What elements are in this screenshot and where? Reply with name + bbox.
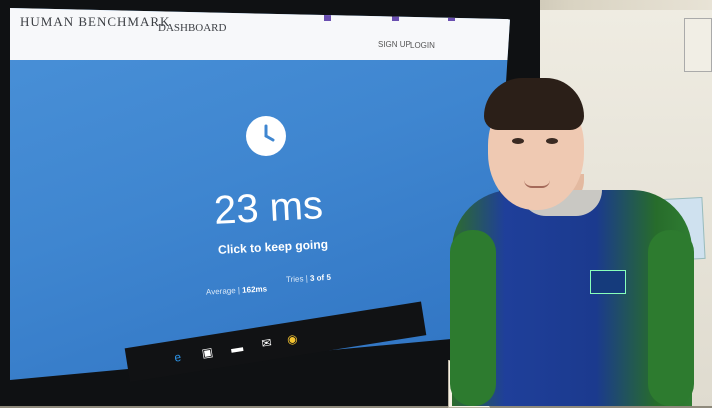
chrome-icon[interactable]: ◉ [284,331,300,347]
student-left-arm [450,230,496,406]
bookmark-icon [324,14,331,21]
student-left-eye [512,138,524,144]
average-stat: Average | 162ms [206,284,267,296]
average-label: Average | [205,285,241,297]
wall-notice [684,18,712,72]
mail-icon[interactable]: ✉ [259,335,275,351]
student-right-eye [546,138,558,144]
edge-icon[interactable]: e [170,349,186,365]
reaction-time-result[interactable]: 23 ms [213,183,324,234]
nav-dashboard[interactable]: DASHBOARD [158,22,226,34]
site-header: HUMAN BENCHMARK DASHBOARD SIGN UP LOGIN [10,8,510,60]
student-mouth [524,180,550,188]
tries-label: Tries | [285,274,309,285]
signup-link[interactable]: SIGN UP [378,40,411,49]
bookmark-icon [392,14,399,21]
tries-value: 3 of 5 [309,272,332,283]
store-icon[interactable]: ▣ [199,345,215,361]
student-right-arm [648,230,694,406]
smartboard-screen: HUMAN BENCHMARK DASHBOARD SIGN UP LOGIN … [10,8,510,380]
brand-logo[interactable]: HUMAN BENCHMARK [20,14,170,30]
keep-going-prompt[interactable]: Click to keep going [218,237,329,257]
login-link[interactable]: LOGIN [410,41,435,50]
bookmark-icon [448,14,455,21]
jersey-logo [590,270,626,294]
tries-stat: Tries | 3 of 5 [286,273,331,284]
folder-icon[interactable]: ▬ [229,340,245,356]
clock-icon [246,116,286,156]
average-value: 162ms [241,284,268,295]
student-hair [484,78,584,130]
